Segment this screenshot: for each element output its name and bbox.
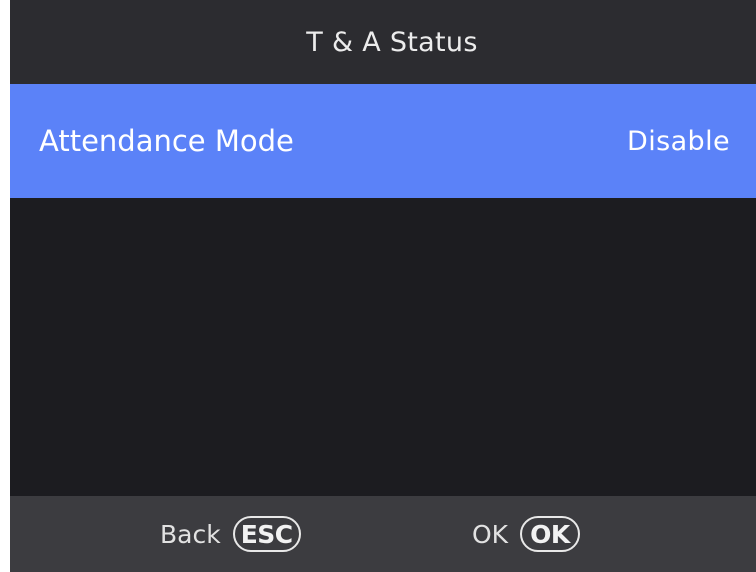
ok-label: OK (472, 519, 509, 549)
menu-item-attendance-mode[interactable]: Attendance Mode Disable (10, 84, 756, 198)
empty-content-area (10, 198, 756, 496)
page-title: T & A Status (306, 26, 478, 58)
ok-button[interactable]: OK OK (472, 496, 580, 572)
menu-item-value: Disable (627, 125, 730, 157)
menu-item-label: Attendance Mode (39, 124, 294, 158)
footer-bar: Back ESC OK OK (10, 496, 756, 572)
back-label: Back (160, 519, 221, 549)
ok-key-icon: OK (520, 516, 580, 552)
esc-key-icon: ESC (232, 516, 301, 552)
title-bar: T & A Status (10, 0, 756, 84)
back-button[interactable]: Back ESC (160, 496, 301, 572)
device-screen: T & A Status Attendance Mode Disable Bac… (10, 0, 756, 572)
